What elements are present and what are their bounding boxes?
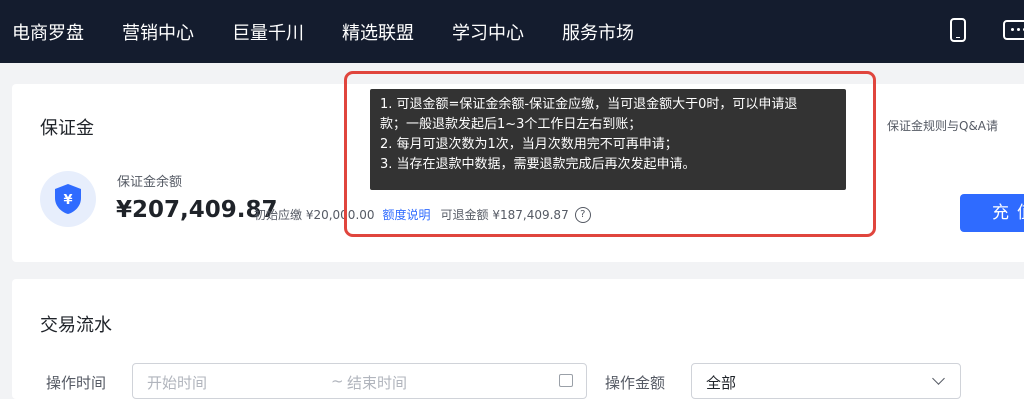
nav-item-qianchuan[interactable]: 巨量千川 xyxy=(232,19,304,45)
shield-icon: ¥ xyxy=(40,171,96,227)
type-select-value: 全部 xyxy=(706,374,737,392)
nav-item-alliance[interactable]: 精选联盟 xyxy=(342,19,414,45)
transactions-title: 交易流水 xyxy=(40,315,112,336)
end-time-input[interactable]: 结束时间 xyxy=(347,372,407,393)
start-time-input[interactable]: 开始时间 xyxy=(147,372,207,393)
balance-label: 保证金余额 xyxy=(117,175,183,190)
nav-item-learning[interactable]: 学习中心 xyxy=(452,19,524,45)
svg-text:¥: ¥ xyxy=(63,193,72,208)
date-range-picker[interactable]: 开始时间 ~ 结束时间 xyxy=(132,363,587,399)
type-select[interactable]: 全部 xyxy=(691,363,961,399)
time-filter-label: 操作时间 xyxy=(46,374,107,392)
deposit-rules-link[interactable]: 保证金规则与Q&A请 xyxy=(887,117,998,134)
message-icon[interactable] xyxy=(1003,20,1024,40)
range-separator: ~ xyxy=(331,372,344,390)
calendar-icon[interactable] xyxy=(559,374,573,387)
highlight-box xyxy=(344,71,876,237)
chevron-down-icon xyxy=(932,372,945,385)
deposit-title: 保证金 xyxy=(40,118,94,139)
type-filter-label: 操作金额 xyxy=(605,374,666,392)
nav-item-compass[interactable]: 电商罗盘 xyxy=(12,19,84,45)
top-nav-bar: 电商罗盘 营销中心 巨量千川 精选联盟 学习中心 服务市场 xyxy=(0,0,1024,63)
phone-icon[interactable] xyxy=(950,18,966,42)
transactions-card: 交易流水 操作时间 开始时间 ~ 结束时间 操作金额 全部 xyxy=(12,279,1024,399)
recharge-button[interactable]: 充值 xyxy=(960,194,1024,232)
nav-item-marketing[interactable]: 营销中心 xyxy=(122,19,194,45)
nav-item-service-market[interactable]: 服务市场 xyxy=(562,19,634,45)
